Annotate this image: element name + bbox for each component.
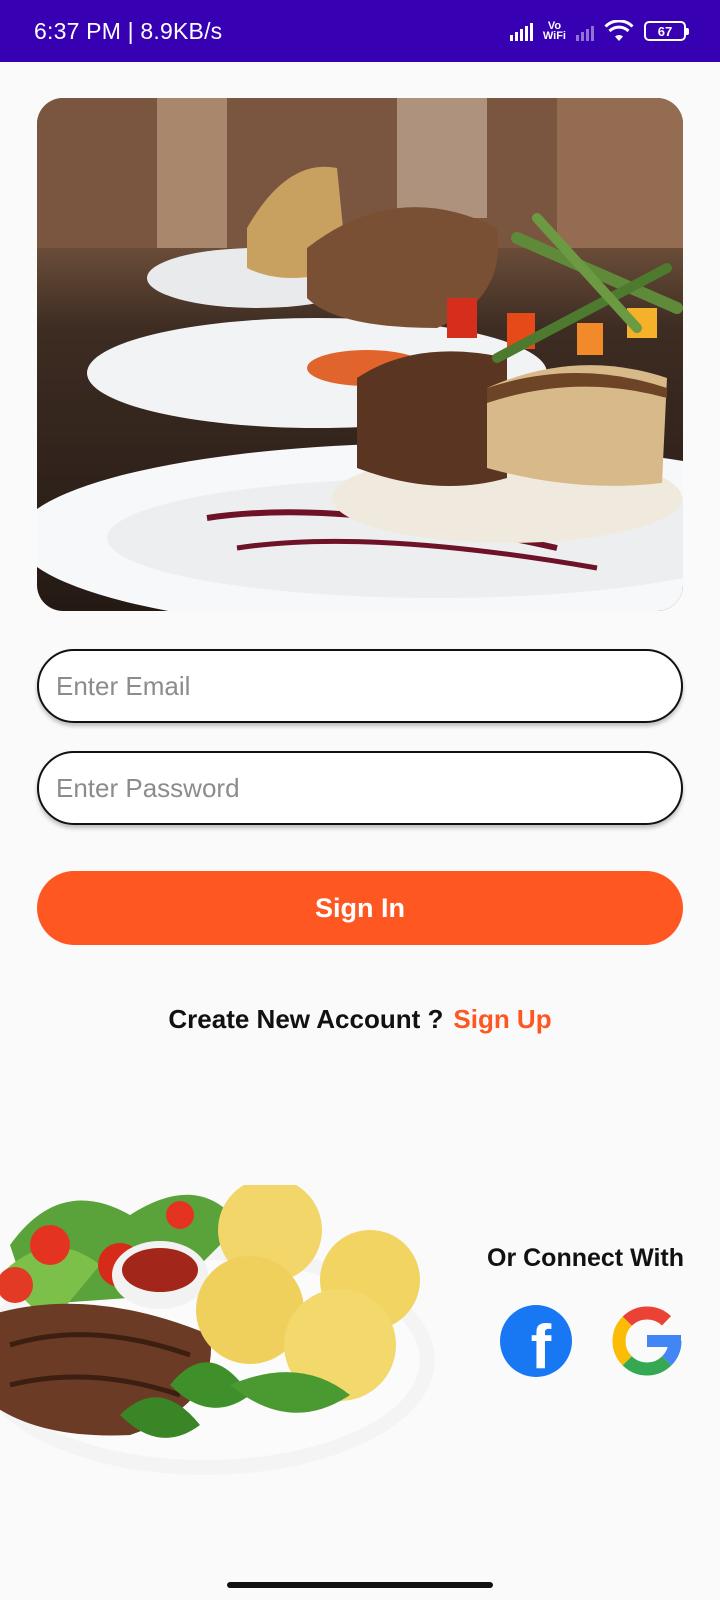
vowifi-icon: Vo WiFi [542,21,566,42]
facebook-icon[interactable]: f [499,1304,573,1378]
food-plate-illustration [37,98,683,611]
facebook-letter: f [531,1313,552,1378]
status-time-speed: 6:37 PM | 8.9KB/s [34,17,223,44]
home-indicator[interactable] [227,1582,493,1588]
password-input[interactable] [56,772,681,804]
email-field[interactable] [37,649,683,723]
create-account-label: Create New Account ? [168,1004,444,1034]
status-icons: Vo WiFi 67 [509,20,689,42]
connect-with-label: Or Connect With [487,1244,684,1272]
battery-level: 67 [657,23,673,39]
password-field[interactable] [37,751,683,825]
google-icon[interactable] [610,1304,684,1378]
sign-up-link[interactable]: Sign Up [453,1004,551,1034]
email-input[interactable] [56,670,681,702]
wifi-icon [604,20,634,41]
create-account-row: Create New Account ? Sign Up [0,1004,720,1035]
sign-in-button[interactable]: Sign In [37,871,683,945]
status-bar: 6:37 PM | 8.9KB/s Vo WiFi 67 [0,0,720,62]
steak-potatoes-illustration [0,1178,435,1475]
hero-food-image [37,98,683,611]
vowifi-bottom-label: WiFi [542,30,566,42]
cell-signal-secondary-icon [576,21,594,41]
plate-food-image [0,1178,440,1485]
battery-icon: 67 [644,21,689,41]
cell-signal-icon [509,21,533,41]
